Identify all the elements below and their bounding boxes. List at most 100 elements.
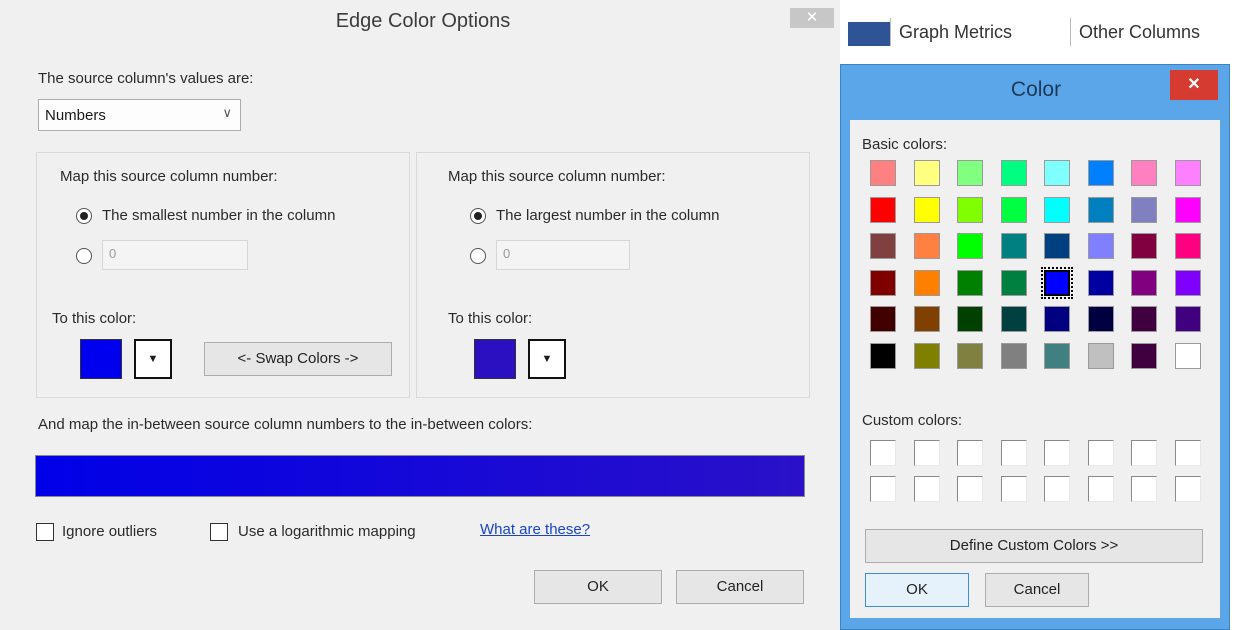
basic-color-cell[interactable] [1131, 306, 1157, 332]
basic-color-cell[interactable] [913, 269, 940, 296]
max-custom-number-radio[interactable] [470, 248, 486, 264]
basic-color-cell[interactable] [957, 160, 983, 186]
basic-color-cell[interactable] [957, 269, 983, 296]
basic-color-cell[interactable] [1174, 233, 1201, 259]
basic-color-cell[interactable] [913, 342, 940, 369]
sheet-tab-marker [848, 22, 890, 46]
custom-color-cell[interactable] [957, 440, 983, 466]
custom-colors-grid [858, 432, 1214, 512]
basic-color-cell[interactable] [1087, 196, 1114, 223]
basic-color-cell[interactable] [1131, 160, 1157, 186]
custom-color-cell[interactable] [1131, 440, 1157, 466]
basic-color-cell[interactable] [1174, 269, 1201, 296]
basic-color-cell[interactable] [913, 306, 940, 332]
ignore-outliers-checkbox[interactable] [36, 523, 54, 541]
basic-color-cell[interactable] [1087, 269, 1114, 296]
basic-color-cell[interactable] [1174, 342, 1201, 369]
basic-color-cell[interactable] [1000, 269, 1027, 296]
log-mapping-checkbox[interactable] [210, 523, 228, 541]
smallest-number-label: The smallest number in the column [102, 207, 336, 224]
swap-colors-button[interactable]: <- Swap Colors -> [204, 342, 392, 376]
basic-color-cell[interactable] [957, 196, 983, 223]
basic-color-cell[interactable] [1044, 342, 1070, 369]
basic-color-cell[interactable] [1087, 342, 1114, 369]
min-number-input[interactable]: 0 [102, 240, 248, 270]
custom-color-cell[interactable] [1131, 476, 1157, 502]
what-are-these-link[interactable]: What are these? [480, 521, 590, 538]
min-custom-number-radio[interactable] [76, 248, 92, 264]
custom-color-cell[interactable] [1087, 476, 1114, 502]
basic-color-cell[interactable] [1087, 233, 1114, 259]
basic-color-cell[interactable] [1000, 306, 1027, 332]
cancel-button[interactable]: Cancel [676, 570, 804, 604]
basic-color-cell[interactable] [913, 233, 940, 259]
basic-color-cell[interactable] [870, 233, 896, 259]
define-custom-colors-button[interactable]: Define Custom Colors >> [865, 529, 1203, 563]
basic-colors-label: Basic colors: [862, 136, 948, 153]
smallest-number-radio[interactable] [76, 208, 92, 224]
largest-number-label: The largest number in the column [496, 207, 720, 224]
source-values-select[interactable]: Numbers ∨ [38, 99, 241, 131]
custom-color-cell[interactable] [1000, 476, 1027, 502]
basic-color-cell[interactable] [1044, 160, 1070, 186]
min-color-dropdown-button[interactable]: ▼ [134, 339, 172, 379]
basic-color-cell[interactable] [957, 342, 983, 369]
basic-color-cell[interactable] [1000, 160, 1027, 186]
max-color-swatch[interactable] [474, 339, 516, 379]
basic-color-cell[interactable] [1087, 160, 1114, 186]
basic-color-cell[interactable] [913, 160, 940, 186]
basic-color-cell[interactable] [870, 342, 896, 369]
basic-color-cell[interactable] [957, 306, 983, 332]
sheet-tab-graph-metrics[interactable]: Graph Metrics [890, 18, 1066, 46]
color-gradient-bar [35, 455, 805, 497]
custom-colors-label: Custom colors: [862, 412, 963, 429]
custom-color-cell[interactable] [1044, 440, 1070, 466]
basic-color-cell[interactable] [870, 160, 896, 186]
basic-color-cell[interactable] [1174, 160, 1201, 186]
basic-color-cell[interactable] [1000, 196, 1027, 223]
custom-color-cell[interactable] [913, 476, 940, 502]
sheet-tab-other-columns[interactable]: Other Columns [1070, 18, 1238, 46]
basic-color-cell[interactable] [1174, 196, 1201, 223]
custom-color-cell[interactable] [1174, 440, 1201, 466]
min-map-label: Map this source column number: [60, 168, 278, 185]
basic-color-cell[interactable] [913, 196, 940, 223]
basic-color-cell[interactable] [1131, 233, 1157, 259]
custom-color-cell[interactable] [1044, 476, 1070, 502]
basic-color-cell[interactable] [1044, 233, 1070, 259]
basic-color-cell[interactable] [1131, 196, 1157, 223]
largest-number-radio[interactable] [470, 208, 486, 224]
custom-color-cell[interactable] [1000, 440, 1027, 466]
basic-color-cell[interactable] [957, 233, 983, 259]
color-ok-button[interactable]: OK [865, 573, 969, 607]
custom-color-cell[interactable] [870, 440, 896, 466]
ok-button[interactable]: OK [534, 570, 662, 604]
close-icon[interactable]: ✕ [790, 8, 834, 28]
color-cancel-button[interactable]: Cancel [985, 573, 1089, 607]
custom-color-cell[interactable] [1087, 440, 1114, 466]
log-mapping-label: Use a logarithmic mapping [238, 523, 416, 540]
max-number-input[interactable]: 0 [496, 240, 630, 270]
basic-color-cell[interactable] [1044, 306, 1070, 332]
max-color-dropdown-button[interactable]: ▼ [528, 339, 566, 379]
basic-color-cell[interactable] [1000, 342, 1027, 369]
basic-color-cell[interactable] [1174, 306, 1201, 332]
basic-color-cell[interactable] [1131, 269, 1157, 296]
custom-color-cell[interactable] [913, 440, 940, 466]
custom-color-cell[interactable] [957, 476, 983, 502]
basic-color-cell[interactable] [1000, 233, 1027, 259]
max-map-label: Map this source column number: [448, 168, 666, 185]
source-values-label: The source column's values are: [38, 70, 254, 87]
custom-color-cell[interactable] [1174, 476, 1201, 502]
dialog-title: Edge Color Options [335, 10, 511, 32]
basic-color-cell[interactable] [870, 306, 896, 332]
basic-color-cell[interactable] [1041, 266, 1073, 299]
basic-color-cell[interactable] [1044, 196, 1070, 223]
close-icon[interactable]: ✕ [1170, 70, 1218, 100]
custom-color-cell[interactable] [870, 476, 896, 502]
basic-color-cell[interactable] [1087, 306, 1114, 332]
min-color-swatch[interactable] [80, 339, 122, 379]
basic-color-cell[interactable] [870, 269, 896, 296]
basic-color-cell[interactable] [1131, 342, 1157, 369]
basic-color-cell[interactable] [870, 196, 896, 223]
